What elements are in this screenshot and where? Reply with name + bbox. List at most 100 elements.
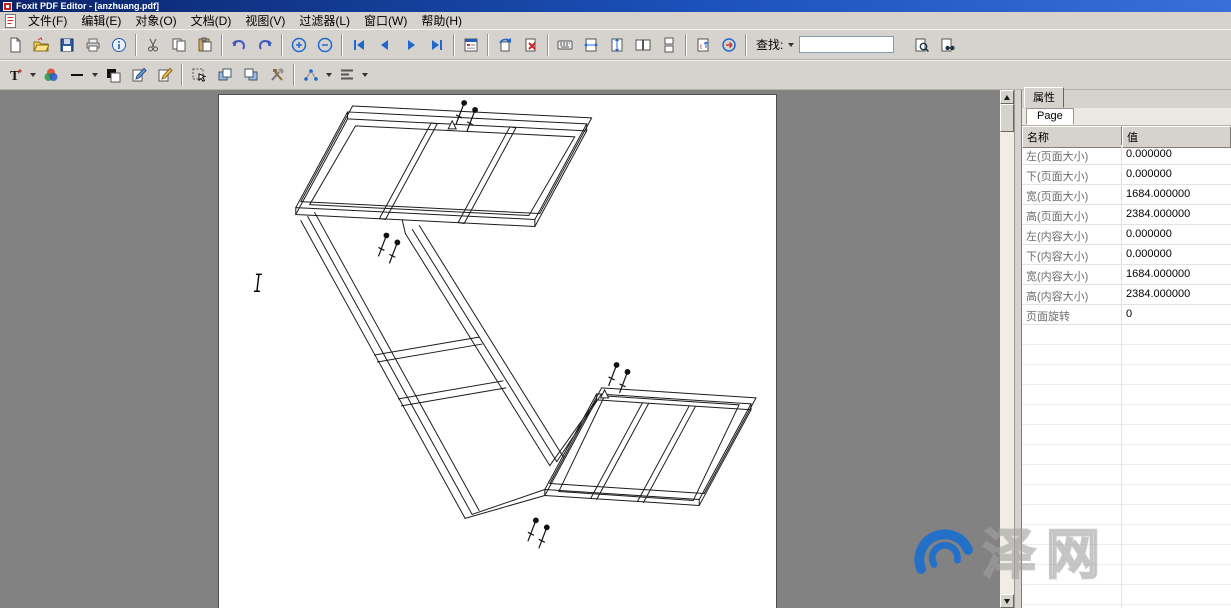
- toolbar-separator: [293, 64, 295, 86]
- line-tool-button[interactable]: [64, 63, 90, 87]
- extract-text-button[interactable]: t: [690, 33, 716, 57]
- node-tool-button[interactable]: [298, 63, 324, 87]
- two-page-view-button[interactable]: [630, 33, 656, 57]
- arrange-back-icon: [243, 67, 259, 83]
- table-row[interactable]: 左(页面大小)0.000000: [1022, 145, 1231, 165]
- page-thumbnail-button[interactable]: [458, 33, 484, 57]
- panel-splitter[interactable]: [1014, 90, 1022, 608]
- table-row[interactable]: 下(页面大小)0.000000: [1022, 165, 1231, 185]
- cut-button[interactable]: [140, 33, 166, 57]
- prop-value[interactable]: 0.000000: [1122, 145, 1231, 165]
- find-next-button[interactable]: [935, 33, 961, 57]
- next-page-button[interactable]: [398, 33, 424, 57]
- fit-width-button[interactable]: [578, 33, 604, 57]
- menu-view[interactable]: 视图(V): [238, 13, 292, 29]
- pdf-page[interactable]: [218, 94, 777, 608]
- open-button[interactable]: [28, 33, 54, 57]
- prev-page-button[interactable]: [372, 33, 398, 57]
- tab-properties[interactable]: 属性: [1024, 87, 1064, 108]
- table-row[interactable]: 左(内容大小)0.000000: [1022, 225, 1231, 245]
- main-area: 属性 Page 名称 值 左(页面大小)0.000000 下(页面大小)0.00…: [0, 90, 1231, 608]
- scroll-down-button[interactable]: [1000, 594, 1014, 608]
- find-input[interactable]: [799, 36, 894, 53]
- zoom-out-icon: [317, 37, 333, 53]
- first-page-button[interactable]: [346, 33, 372, 57]
- zoom-out-button[interactable]: [312, 33, 338, 57]
- continuous-view-icon: [661, 37, 677, 53]
- delete-page-button[interactable]: [518, 33, 544, 57]
- undo-button[interactable]: [226, 33, 252, 57]
- redo-button[interactable]: [252, 33, 278, 57]
- align-button[interactable]: [334, 63, 360, 87]
- save-button[interactable]: [54, 33, 80, 57]
- table-row[interactable]: 高(内容大小)2384.000000: [1022, 285, 1231, 305]
- doc-properties-button[interactable]: [106, 33, 132, 57]
- tools-button[interactable]: [264, 63, 290, 87]
- paste-button[interactable]: [192, 33, 218, 57]
- link-button[interactable]: [716, 33, 742, 57]
- table-row[interactable]: 宽(页面大小)1684.000000: [1022, 185, 1231, 205]
- table-row[interactable]: 高(页面大小)2384.000000: [1022, 205, 1231, 225]
- prop-value[interactable]: 0.000000: [1122, 225, 1231, 245]
- menu-object[interactable]: 对象(O): [128, 13, 183, 29]
- continuous-view-button[interactable]: [656, 33, 682, 57]
- menu-window[interactable]: 窗口(W): [357, 13, 414, 29]
- color-wheel-button[interactable]: [38, 63, 64, 87]
- prop-name: 下(内容大小): [1022, 245, 1122, 265]
- prop-value[interactable]: 1684.000000: [1122, 185, 1231, 205]
- scrollbar-thumb[interactable]: [1000, 104, 1014, 132]
- table-row[interactable]: 宽(内容大小)1684.000000: [1022, 265, 1231, 285]
- prop-value[interactable]: 2384.000000: [1122, 205, 1231, 225]
- toolbar-separator: [135, 34, 137, 56]
- menu-document[interactable]: 文档(D): [184, 13, 239, 29]
- toolbar-separator: [745, 34, 747, 56]
- title-bar[interactable]: Foxit PDF Editor - [anzhuang.pdf]: [0, 0, 1231, 12]
- fit-page-button[interactable]: [604, 33, 630, 57]
- table-row[interactable]: 下(内容大小)0.000000: [1022, 245, 1231, 265]
- menu-file[interactable]: 文件(F): [21, 13, 74, 29]
- find-dropdown-arrow[interactable]: [788, 43, 794, 47]
- new-button[interactable]: [2, 33, 28, 57]
- text-tool-dropdown[interactable]: [30, 73, 36, 77]
- scroll-up-button[interactable]: [1000, 90, 1014, 104]
- table-row[interactable]: 页面旋转0: [1022, 305, 1231, 325]
- zoom-in-button[interactable]: [286, 33, 312, 57]
- node-tool-dropdown[interactable]: [326, 73, 332, 77]
- line-tool-dropdown[interactable]: [92, 73, 98, 77]
- vertical-scrollbar[interactable]: [1000, 90, 1014, 608]
- text-tool-icon: T: [7, 67, 23, 83]
- prop-value[interactable]: 1684.000000: [1122, 265, 1231, 285]
- prop-value[interactable]: 2384.000000: [1122, 285, 1231, 305]
- page-tabstrip: Page: [1022, 108, 1231, 126]
- tab-page[interactable]: Page: [1026, 108, 1074, 125]
- scrollbar-track[interactable]: [1000, 132, 1014, 594]
- menu-bar: 文件(F) 编辑(E) 对象(O) 文档(D) 视图(V) 过滤器(L) 窗口(…: [0, 12, 1231, 29]
- menu-help[interactable]: 帮助(H): [414, 13, 469, 29]
- zoom-in-icon: [291, 37, 307, 53]
- copy-button[interactable]: [166, 33, 192, 57]
- prop-value[interactable]: 0.000000: [1122, 165, 1231, 185]
- print-button[interactable]: [80, 33, 106, 57]
- align-dropdown[interactable]: [362, 73, 368, 77]
- edit-page-button[interactable]: [152, 63, 178, 87]
- find-in-document-button[interactable]: [909, 33, 935, 57]
- rotate-page-button[interactable]: [492, 33, 518, 57]
- search-document-icon: [914, 37, 930, 53]
- arrange-back-button[interactable]: [238, 63, 264, 87]
- text-tool-button[interactable]: T: [2, 63, 28, 87]
- prop-value[interactable]: 0: [1122, 305, 1231, 325]
- fill-color-button[interactable]: [100, 63, 126, 87]
- select-tool-button[interactable]: [186, 63, 212, 87]
- window-title: Foxit PDF Editor - [anzhuang.pdf]: [16, 1, 159, 11]
- redo-icon: [257, 37, 273, 53]
- edit-object-icon: [131, 67, 147, 83]
- edit-object-button[interactable]: [126, 63, 152, 87]
- find-group: 查找:: [756, 33, 961, 57]
- keyboard-button[interactable]: [552, 33, 578, 57]
- arrange-front-button[interactable]: [212, 63, 238, 87]
- toolbar-separator: [341, 34, 343, 56]
- last-page-button[interactable]: [424, 33, 450, 57]
- menu-edit[interactable]: 编辑(E): [74, 13, 128, 29]
- prop-value[interactable]: 0.000000: [1122, 245, 1231, 265]
- menu-filter[interactable]: 过滤器(L): [292, 13, 357, 29]
